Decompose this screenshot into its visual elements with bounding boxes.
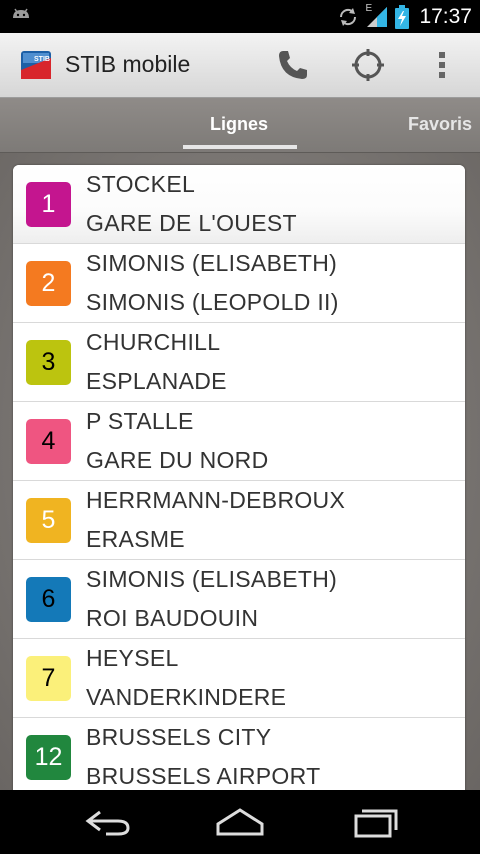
line-row-3[interactable]: 3 CHURCHILL ESPLANADE — [13, 323, 465, 402]
line-number-badge: 5 — [26, 498, 71, 543]
locate-icon[interactable] — [350, 47, 386, 83]
line-number-badge: 12 — [26, 735, 71, 780]
line-terminus-to: ROI BAUDOUIN — [86, 605, 259, 631]
android-icon — [13, 8, 29, 18]
phone-icon[interactable] — [275, 47, 311, 83]
line-number-badge: 6 — [26, 577, 71, 622]
clock: 17:37 — [419, 4, 472, 28]
tab-indicator — [183, 145, 297, 149]
svg-text:STIB: STIB — [34, 56, 50, 63]
line-terminus-from: HERRMANN-DEBROUX — [86, 487, 346, 513]
signal-icon — [367, 6, 388, 27]
overflow-menu-icon[interactable] — [424, 47, 460, 83]
line-row-4[interactable]: 4 P STALLE GARE DU NORD — [13, 402, 465, 481]
line-terminus-from: SIMONIS (ELISABETH) — [86, 250, 338, 276]
battery-charging-icon — [395, 4, 410, 29]
line-row-5[interactable]: 5 HERRMANN-DEBROUX ERASME — [13, 481, 465, 560]
line-number-badge: 1 — [26, 182, 71, 227]
tab-favoris[interactable]: Favoris — [408, 114, 472, 135]
line-terminus-to: GARE DE L'OUEST — [86, 210, 297, 236]
line-terminus-to: SIMONIS (LEOPOLD II) — [86, 289, 339, 315]
line-number-badge: 7 — [26, 656, 71, 701]
line-terminus-from: SIMONIS (ELISABETH) — [86, 566, 338, 592]
line-row-2[interactable]: 2 SIMONIS (ELISABETH) SIMONIS (LEOPOLD II) — [13, 244, 465, 323]
line-terminus-to: ERASME — [86, 526, 185, 552]
action-bar: STIB STIB mobile — [0, 33, 480, 98]
content-area: 1 STOCKEL GARE DE L'OUEST 2 SIMONIS (ELISABE… — [0, 153, 480, 790]
recent-apps-icon[interactable] — [344, 804, 404, 840]
status-bar: E 17:37 — [0, 0, 480, 33]
sync-icon — [340, 7, 357, 26]
line-number-badge: 3 — [26, 340, 71, 385]
home-icon[interactable] — [210, 804, 270, 840]
line-terminus-from: STOCKEL — [86, 171, 196, 197]
tab-bar: Lignes Favoris — [0, 98, 480, 153]
line-terminus-to: ESPLANADE — [86, 368, 227, 394]
line-terminus-from: HEYSEL — [86, 645, 179, 671]
tab-lignes[interactable]: Lignes — [210, 114, 268, 135]
line-row-12[interactable]: 12 BRUSSELS CITY BRUSSELS AIRPORT — [13, 718, 465, 790]
back-icon[interactable] — [78, 804, 138, 840]
line-row-6[interactable]: 6 SIMONIS (ELISABETH) ROI BAUDOUIN — [13, 560, 465, 639]
lines-list[interactable]: 1 STOCKEL GARE DE L'OUEST 2 SIMONIS (ELISABE… — [13, 165, 465, 790]
line-terminus-to: GARE DU NORD — [86, 447, 269, 473]
line-terminus-to: BRUSSELS AIRPORT — [86, 763, 321, 789]
app-title: STIB mobile — [65, 51, 191, 77]
line-number-badge: 4 — [26, 419, 71, 464]
line-terminus-from: P STALLE — [86, 408, 194, 434]
line-row-1[interactable]: 1 STOCKEL GARE DE L'OUEST — [13, 165, 465, 244]
line-number-badge: 2 — [26, 261, 71, 306]
line-row-7[interactable]: 7 HEYSEL VANDERKINDERE — [13, 639, 465, 718]
navigation-bar — [0, 790, 480, 854]
stib-logo-icon[interactable]: STIB — [20, 48, 54, 82]
line-terminus-from: CHURCHILL — [86, 329, 221, 355]
line-terminus-from: BRUSSELS CITY — [86, 724, 272, 750]
line-terminus-to: VANDERKINDERE — [86, 684, 287, 710]
